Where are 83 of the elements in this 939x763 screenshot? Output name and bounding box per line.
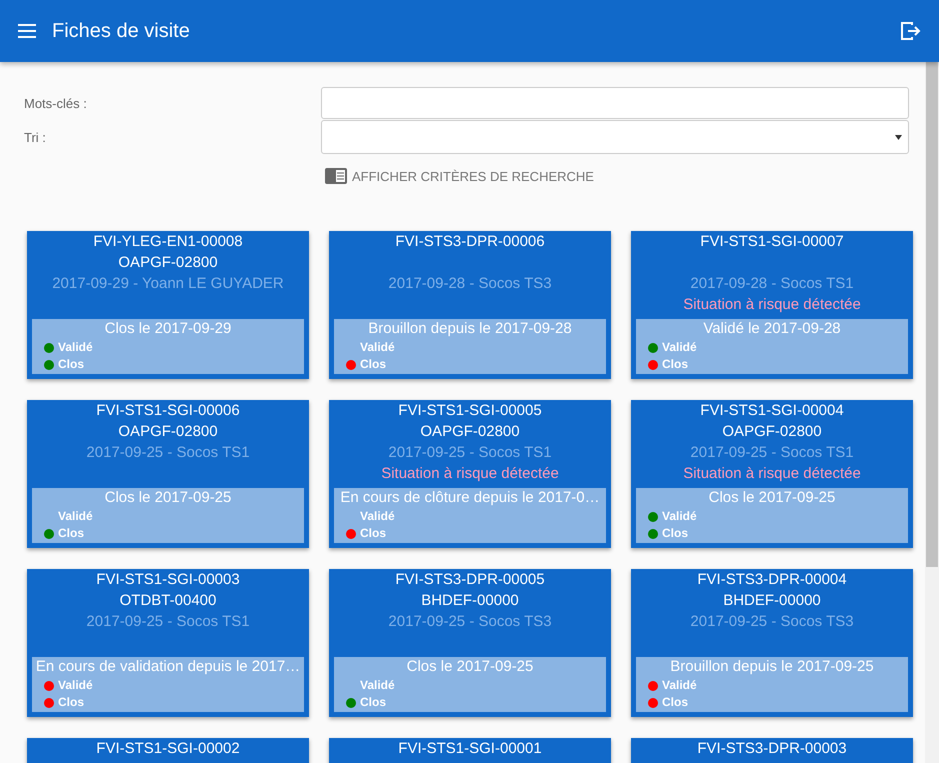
visit-card[interactable]: FVI-STS3-DPR-00003 xyxy=(631,738,913,763)
toggle-criteria-button[interactable]: AFFICHER CRITÈRES DE RECHERCHE xyxy=(325,168,594,184)
scrollbar[interactable] xyxy=(925,62,939,763)
check-label: Clos xyxy=(58,525,84,542)
card-reference: FVI-STS1-SGI-00003 xyxy=(95,570,241,590)
check-label: Clos xyxy=(360,356,386,373)
field-label: Mots-clés : xyxy=(24,96,88,110)
status-text: Brouillon depuis le 2017-09-25 xyxy=(669,657,875,677)
check-label: Validé xyxy=(58,339,93,356)
panel-icon xyxy=(325,168,347,184)
status-text: Clos le 2017-09-25 xyxy=(104,488,232,508)
status-text: Clos le 2017-09-25 xyxy=(406,657,534,677)
check-label: Clos xyxy=(58,356,84,373)
card-code: OAPGF-02800 xyxy=(117,422,219,442)
check-label: Clos xyxy=(58,694,84,711)
logout-icon xyxy=(899,20,921,42)
visit-card[interactable]: FVI-STS1-SGI-00005 OAPGF-02800 2017-09-25 - Socos TS1 Situation à risque détectée En cours de clôture depuis le 2017-0… Validé Clos xyxy=(329,400,611,548)
page-title: Fiches de visite xyxy=(52,20,191,42)
check-label: Clos xyxy=(662,356,688,373)
menu-icon xyxy=(18,24,36,38)
sort-select[interactable] xyxy=(321,120,909,154)
status-text: Clos le 2017-09-25 xyxy=(708,488,836,508)
visit-card[interactable]: FVI-STS1-SGI-00006 OAPGF-02800 2017-09-25 - Socos TS1 Clos le 2017-09-25 Validé Clos xyxy=(27,400,309,548)
card-date-author: 2017-09-28 - Socos TS1 xyxy=(689,274,855,294)
check-label: Validé xyxy=(360,508,395,525)
status-text: Brouillon depuis le 2017-09-28 xyxy=(367,319,573,339)
card-reference: FVI-STS3-DPR-00006 xyxy=(394,232,546,252)
card-date-author: 2017-09-25 - Socos TS3 xyxy=(387,612,553,632)
status-text: Validé le 2017-09-28 xyxy=(702,319,842,339)
logout-button[interactable] xyxy=(899,20,921,42)
check-label: Validé xyxy=(662,508,697,525)
status-text: Clos le 2017-09-29 xyxy=(104,319,232,339)
check-label: Validé xyxy=(662,339,697,356)
check-label: Validé xyxy=(662,677,697,694)
card-date-author: 2017-09-25 - Socos TS1 xyxy=(387,443,553,463)
risk-warning: Situation à risque détectée xyxy=(380,464,560,484)
status-text: En cours de clôture depuis le 2017-0… xyxy=(339,488,601,508)
card-code: BHDEF-00000 xyxy=(722,591,822,611)
visit-card[interactable]: FVI-YLEG-EN1-00008 OAPGF-02800 2017-09-29 - Yoann LE GUYADER Clos le 2017-09-29 Validé Clos xyxy=(27,231,309,379)
check-label: Clos xyxy=(360,525,386,542)
visit-card[interactable]: FVI-STS3-DPR-00004 BHDEF-00000 2017-09-25 - Socos TS3 Brouillon depuis le 2017-09-25 Validé Clos xyxy=(631,569,913,717)
card-reference: FVI-STS1-SGI-00006 xyxy=(95,401,241,421)
card-date-author: 2017-09-29 - Yoann LE GUYADER xyxy=(51,274,285,294)
check-label: Clos xyxy=(662,694,688,711)
card-date-author: 2017-09-25 - Socos TS1 xyxy=(85,443,251,463)
visit-card[interactable]: FVI-STS1-SGI-00003 OTDBT-00400 2017-09-25 - Socos TS1 En cours de validation depuis le 2017… Validé Clos xyxy=(27,569,309,717)
card-code: OTDBT-00400 xyxy=(118,591,218,611)
card-date-author: 2017-09-25 - Socos TS3 xyxy=(689,612,855,632)
check-label: Validé xyxy=(58,508,93,525)
check-label: Validé xyxy=(58,677,93,694)
check-label: Validé xyxy=(360,677,395,694)
field-label: Tri : xyxy=(24,130,47,144)
visit-card[interactable]: FVI-STS1-SGI-00007 2017-09-28 - Socos TS1 Situation à risque détectée Validé le 2017-09-28 Validé Clos xyxy=(631,231,913,379)
card-code: OAPGF-02800 xyxy=(721,422,823,442)
card-reference: FVI-STS3-DPR-00004 xyxy=(696,570,848,590)
dropdown-caret-icon xyxy=(895,134,902,140)
check-label: Clos xyxy=(360,694,386,711)
status-text: En cours de validation depuis le 2017… xyxy=(34,657,302,677)
card-code: OAPGF-02800 xyxy=(419,422,521,442)
visit-card[interactable]: FVI-STS1-SGI-00004 OAPGF-02800 2017-09-25 - Socos TS1 Situation à risque détectée Clos le 2017-09-25 Validé Clos xyxy=(631,400,913,548)
card-reference: FVI-YLEG-EN1-00008 xyxy=(92,232,244,252)
card-date-author: 2017-09-25 - Socos TS1 xyxy=(689,443,855,463)
card-code: OAPGF-02800 xyxy=(117,253,219,273)
card-date-author: 2017-09-25 - Socos TS1 xyxy=(85,612,251,632)
card-date-author: 2017-09-28 - Socos TS3 xyxy=(387,274,553,294)
card-code: BHDEF-00000 xyxy=(420,591,520,611)
risk-warning: Situation à risque détectée xyxy=(682,464,862,484)
visit-card[interactable]: FVI-STS3-DPR-00006 2017-09-28 - Socos TS3 Brouillon depuis le 2017-09-28 Validé Clos xyxy=(329,231,611,379)
card-reference: FVI-STS1-SGI-00004 xyxy=(699,401,845,421)
check-label: Clos xyxy=(662,525,688,542)
visit-card[interactable]: FVI-STS1-SGI-00002 xyxy=(27,738,309,763)
card-reference: FVI-STS1-SGI-00002 xyxy=(95,739,241,759)
card-reference: FVI-STS1-SGI-00001 xyxy=(397,739,543,759)
visit-card[interactable]: FVI-STS3-DPR-00005 BHDEF-00000 2017-09-25 - Socos TS3 Clos le 2017-09-25 Validé Clos xyxy=(329,569,611,717)
check-label: Validé xyxy=(360,339,395,356)
keywords-input[interactable] xyxy=(321,87,909,119)
card-reference: FVI-STS3-DPR-00003 xyxy=(696,739,848,759)
card-reference: FVI-STS1-SGI-00007 xyxy=(699,232,845,252)
visit-card[interactable]: FVI-STS1-SGI-00001 xyxy=(329,738,611,763)
risk-warning: Situation à risque détectée xyxy=(682,295,862,315)
card-reference: FVI-STS1-SGI-00005 xyxy=(397,401,543,421)
menu-button[interactable] xyxy=(18,24,36,38)
card-reference: FVI-STS3-DPR-00005 xyxy=(394,570,546,590)
